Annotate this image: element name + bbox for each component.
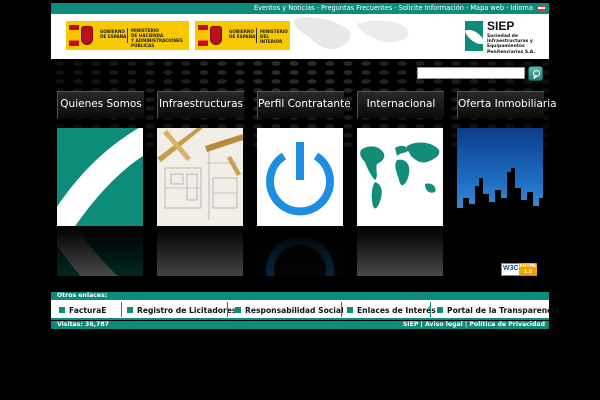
flag-icon[interactable] [538,5,545,11]
separator: - [465,4,469,12]
separator: | [420,321,423,328]
panel-internacional[interactable] [357,128,443,226]
link-mapa-web[interactable]: Mapa web [470,4,504,12]
spain-coat-of-arms-icon [196,22,224,49]
tab-internacional[interactable]: Internacional [357,91,444,118]
world-map-icon [360,142,440,209]
panel-reflection [257,226,343,276]
logo-divider [256,28,257,43]
link-politica-privacidad[interactable]: Política de Privacidad [469,321,545,328]
ministry-line-3: y Administraciones Públicas [131,38,183,48]
gov-line-2: de España [100,34,127,39]
logo-divider [127,28,128,43]
leaf-graphic [57,128,143,226]
link-portal-transparencia[interactable]: Portal de la Transparencia [437,305,559,317]
search-button[interactable] [528,66,543,81]
panel-oferta-inmobiliaria[interactable] [457,128,543,226]
link-enlaces-interes[interactable]: Enlaces de Interés [347,305,436,317]
link-siep[interactable]: SIEP [403,321,419,328]
link-aviso-legal[interactable]: Aviso legal [425,321,463,328]
divider [341,302,342,317]
spain-coat-of-arms-icon [67,22,95,49]
power-icon [266,142,334,216]
search-input[interactable] [417,67,525,79]
divider [430,302,431,317]
link-eventos-noticias[interactable]: Eventos y Noticias [254,4,315,12]
separator: | [464,321,468,328]
gobierno-hacienda-logo[interactable]: Gobierno de España Ministerio de Haciend… [66,21,189,50]
link-responsabilidad-social[interactable]: Responsabilidad Social [235,305,344,317]
bullet-icon [127,307,133,313]
top-utility-bar: Eventos y Noticias - Preguntas Frecuentes -… [51,3,549,14]
siep-title: SIEP [487,19,515,33]
panel-infraestructuras[interactable] [157,128,243,226]
tab-perfil-contratante[interactable]: Perfil Contratante [257,91,351,118]
page-wrapper: Eventos y Noticias - Preguntas Frecuentes -… [51,0,559,400]
panel-quienes-somos[interactable] [57,128,143,226]
link-registro-licitadores[interactable]: Registro de Licitadores [127,305,236,317]
bottom-bar: Visitas: 36,787 SIEP | Aviso legal | Pol… [51,321,549,329]
separator: - [316,4,320,12]
link-solicite-informacion[interactable]: Solicite Información [399,4,464,12]
link-preguntas-frecuentes[interactable]: Preguntas Frecuentes [321,4,392,12]
visit-counter: Visitas: 36,787 [57,321,109,328]
panel-reflection [57,226,143,276]
siep-subtitle: Sociedad de Infraestructuras y Equipamie… [487,34,536,55]
header: Gobierno de España Ministerio de Haciend… [51,14,549,59]
ministry-line-2: del Interior [260,34,283,44]
tab-infraestructuras[interactable]: Infraestructuras [157,91,244,118]
city-skyline-graphic [457,168,543,226]
gobierno-interior-logo[interactable]: Gobierno de España Ministerio del Interi… [195,21,290,50]
bullet-icon [347,307,353,313]
tab-quienes-somos[interactable]: Quienes Somos [57,91,144,118]
otros-enlaces-label: Otros enlaces: [51,292,549,300]
footer-links: FacturaE Registro de Licitadores Respons… [51,300,559,320]
xhtml-label: XHTML [519,264,537,269]
bullet-icon [59,307,65,313]
divider [227,302,228,317]
blueprint-graphic [157,128,243,226]
w3c-xhtml-badge[interactable]: W3C XHTML 1.0 [501,263,537,276]
link-facturae[interactable]: FacturaE [59,305,106,317]
legal-links: SIEP | Aviso legal | Política de Privaci… [403,321,545,329]
separator: - [506,4,509,12]
siep-leaf-icon [465,21,483,51]
link-idioma[interactable]: Idioma [510,4,532,12]
panel-reflection [357,226,443,276]
divider [121,302,122,317]
tab-oferta-inmobiliaria[interactable]: Oferta Inmobiliaria [457,91,557,118]
w3c-label: W3C [503,265,519,272]
panel-perfil-contratante[interactable] [257,128,343,226]
bullet-icon [437,307,443,313]
world-map-watermark [294,17,409,50]
xhtml-version: 1.0 [524,269,532,275]
separator: - [394,4,397,12]
bullet-icon [235,307,241,313]
gov-line-2: de España [229,34,256,39]
siep-logo[interactable]: SIEP Sociedad de Infraestructuras y Equi… [465,19,545,55]
panel-reflection [157,226,243,276]
